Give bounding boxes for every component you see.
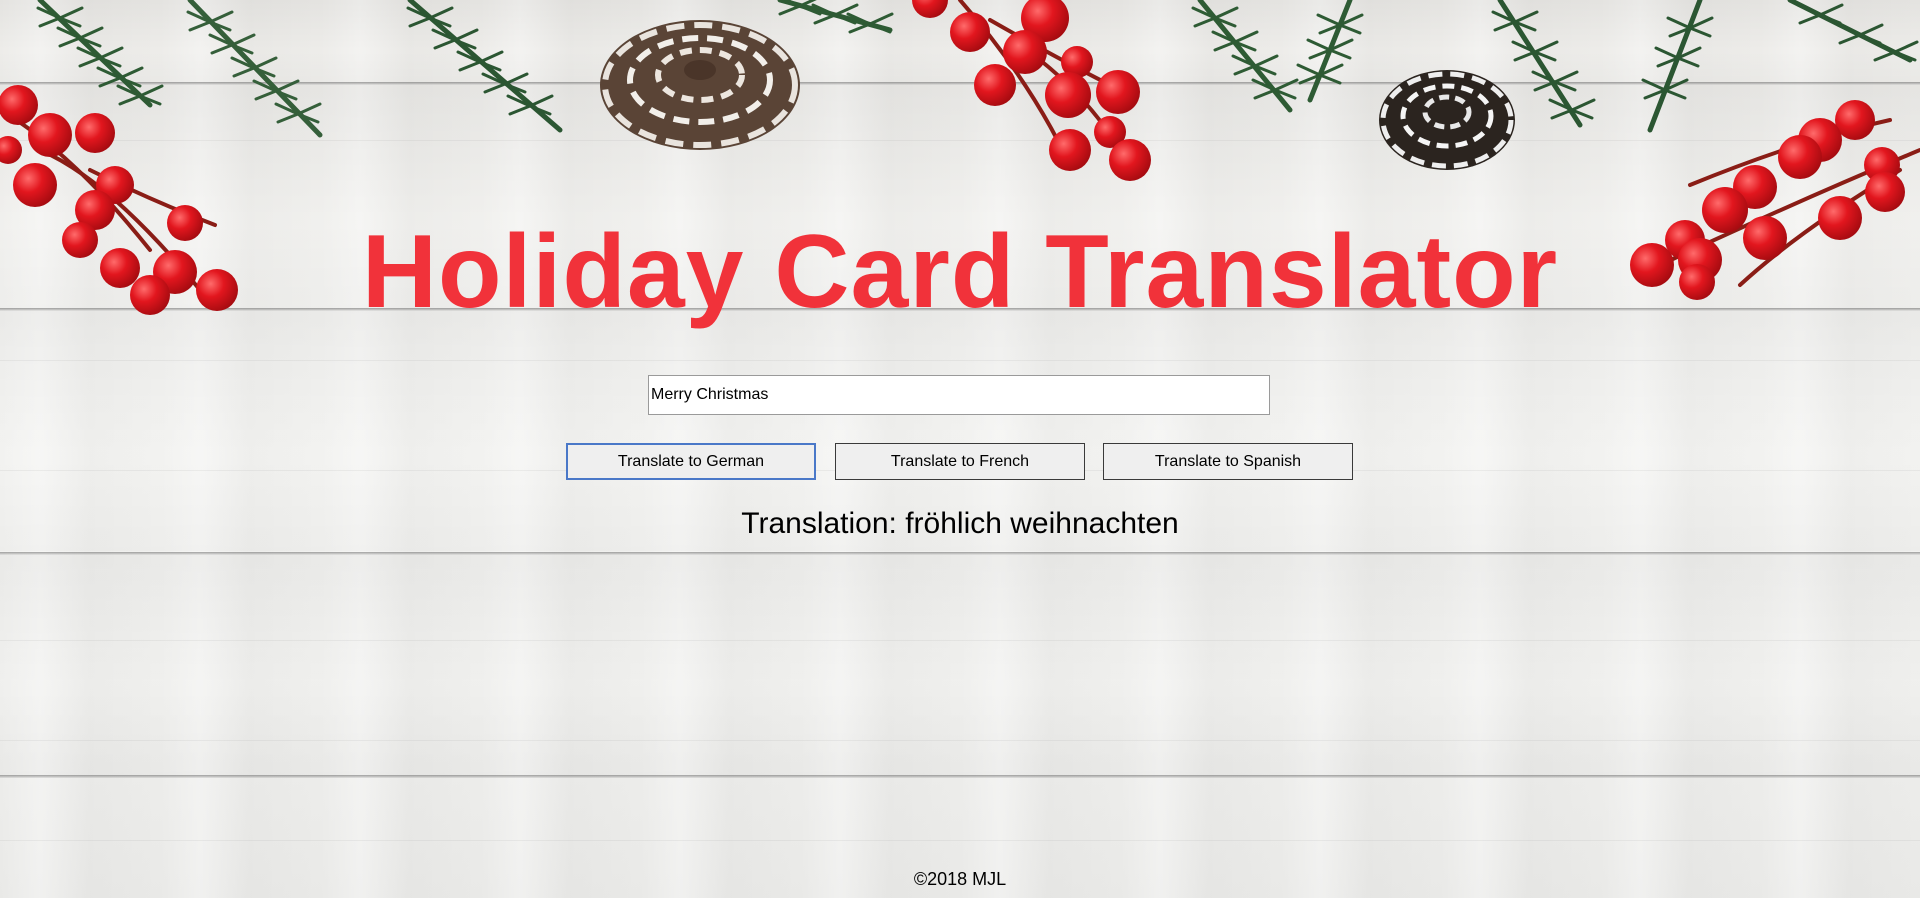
wood-grain (0, 840, 1920, 841)
plank (0, 0, 1920, 84)
plank (0, 555, 1920, 775)
wood-grain (0, 740, 1920, 741)
phrase-input[interactable] (648, 375, 1270, 415)
wood-grain (0, 360, 1920, 361)
footer-copyright: ©2018 MJL (913, 869, 1007, 889)
translate-german-button[interactable]: Translate to German (566, 443, 816, 480)
page-title: Holiday Card Translator (361, 214, 1559, 330)
translate-french-button[interactable]: Translate to French (835, 443, 1085, 480)
wood-grain (0, 640, 1920, 641)
wood-grain (0, 140, 1920, 141)
translation-result: Translation: fröhlich weihnachten (741, 507, 1179, 540)
plank-seam (0, 775, 1920, 778)
translate-spanish-button[interactable]: Translate to Spanish (1103, 443, 1353, 480)
